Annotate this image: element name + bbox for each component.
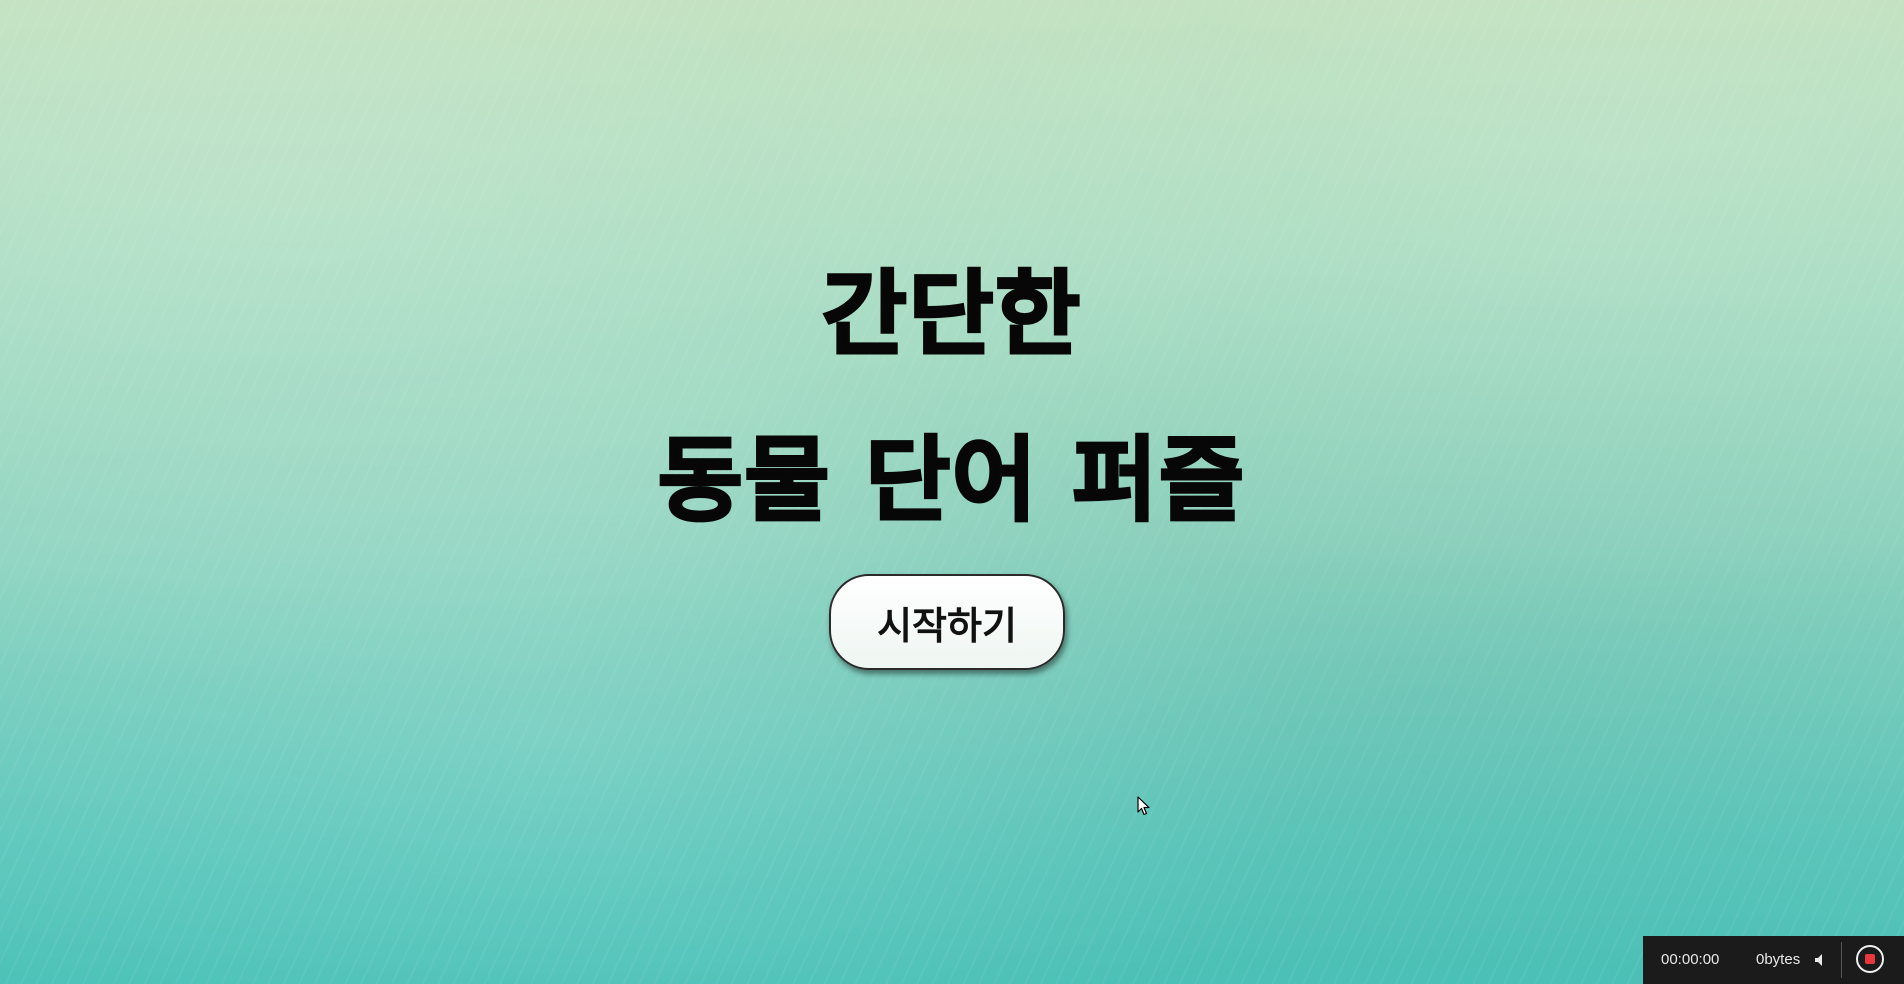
recording-time: 00:00:00 — [1661, 951, 1720, 968]
page-title: 간단한 동물 단어 퍼즐 — [0, 232, 1904, 564]
recording-file-size: 0bytes — [1756, 951, 1801, 968]
speaker-icon[interactable] — [1811, 950, 1831, 970]
screen-recorder-bar: 00:00:00 0bytes — [1643, 936, 1904, 984]
mouse-pointer-icon — [1137, 796, 1150, 816]
title-line-1: 간단한 — [821, 260, 1082, 370]
recorder-divider — [1841, 942, 1842, 978]
title-line-2: 동물 단어 퍼즐 — [657, 426, 1246, 536]
record-stop-button[interactable] — [1856, 945, 1884, 973]
start-button[interactable]: 시작하기 — [829, 574, 1065, 670]
record-stop-icon — [1865, 954, 1875, 964]
